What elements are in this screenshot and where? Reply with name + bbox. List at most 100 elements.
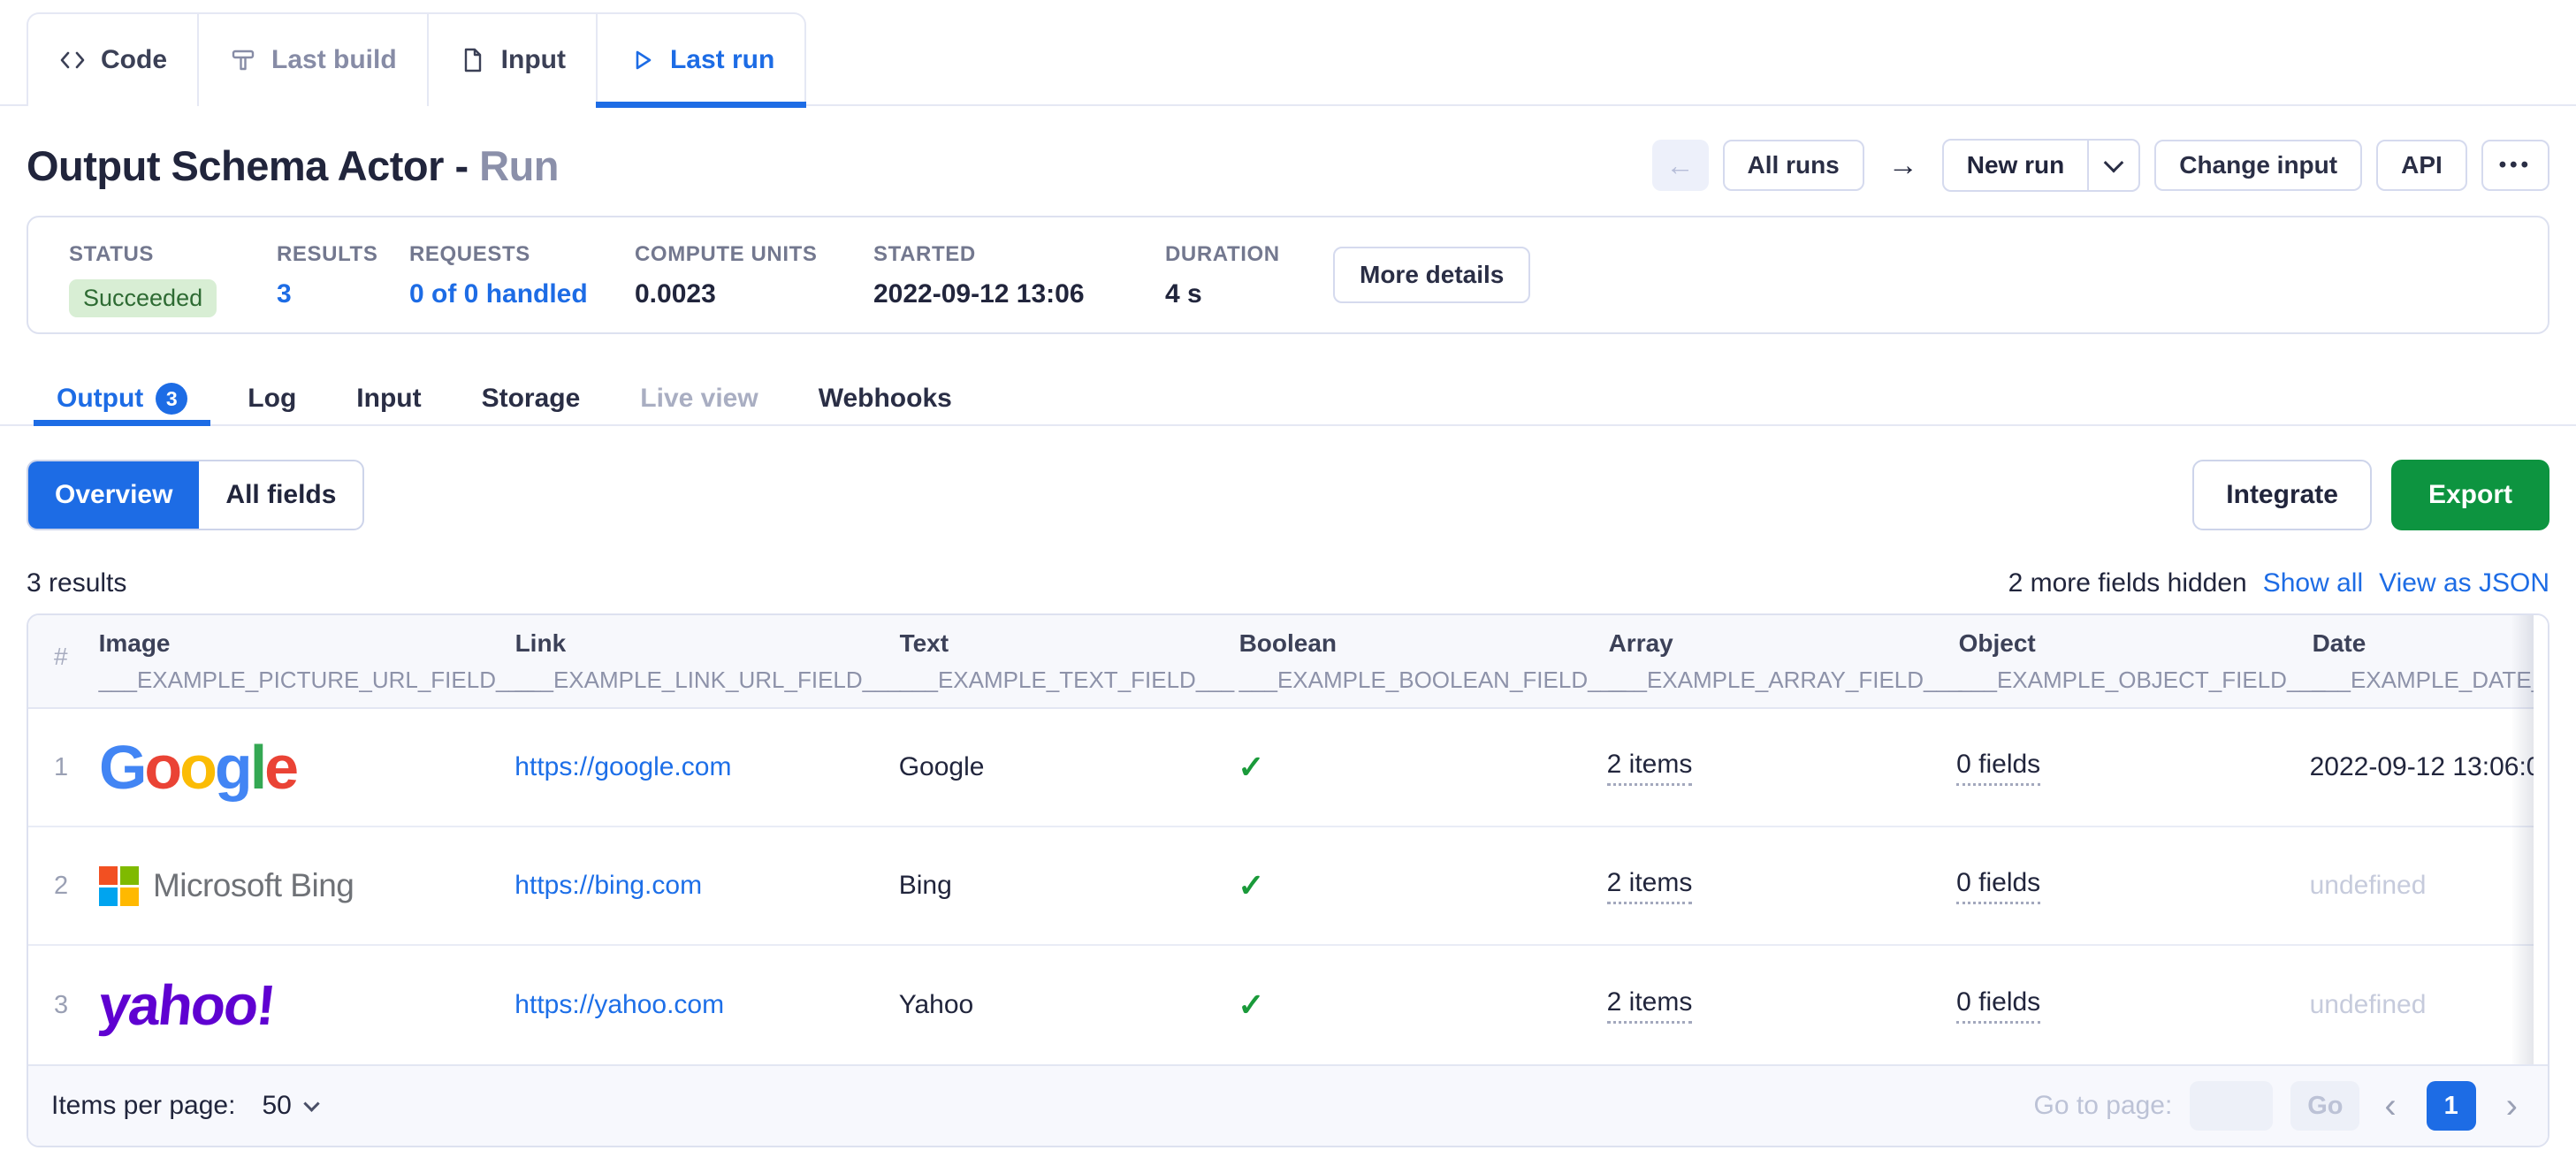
tab-run-input[interactable]: Input [333, 371, 444, 426]
table-row: 1 Google https://google.com Google ✓ 2 i… [28, 709, 2549, 827]
header-actions: ← All runs → New run Change input API ••… [1652, 139, 2549, 192]
items-per-page-label: Items per page: [51, 1091, 235, 1121]
object-cell: 0 fields [1956, 868, 2309, 904]
row-index: 1 [28, 753, 99, 782]
more-actions-button[interactable]: ••• [2481, 140, 2549, 191]
results-info-row: 3 results 2 more fields hidden Show all … [27, 566, 2549, 601]
hammer-icon [229, 46, 257, 74]
row-link[interactable]: https://bing.com [514, 871, 702, 900]
table-row: 3 yahoo! https://yahoo.com Yahoo ✓ 2 ite… [28, 946, 2549, 1064]
stat-compute-units: COMPUTE UNITS 0.0023 [635, 242, 873, 309]
results-link[interactable]: 3 [277, 279, 409, 309]
tab-log[interactable]: Log [225, 371, 319, 426]
row-link[interactable]: https://google.com [514, 752, 731, 781]
header-boolean: Boolean ___EXAMPLE_BOOLEAN_FIELD___ [1227, 615, 1609, 707]
tab-code-label: Code [101, 45, 167, 75]
current-page-button[interactable]: 1 [2427, 1081, 2476, 1131]
boolean-cell: ✓ [1225, 867, 1606, 904]
actor-tab-bar: Code Last build Input Last run [0, 0, 2576, 106]
new-run-button[interactable]: New run [1944, 141, 2087, 190]
new-run-dropdown-button[interactable] [2087, 141, 2138, 190]
header-index: # [28, 615, 99, 707]
object-cell: 0 fields [1956, 987, 2309, 1024]
more-details-button[interactable]: More details [1333, 247, 1530, 303]
requests-link[interactable]: 0 of 0 handled [409, 279, 635, 309]
vertical-scrollbar-track[interactable] [2534, 615, 2548, 1064]
actor-tab-group: Code Last build Input Last run [27, 12, 806, 106]
tab-last-run[interactable]: Last run [598, 14, 804, 106]
header-link: Link ___EXAMPLE_LINK_URL_FIELD___ [515, 615, 900, 707]
date-cell: undefined [2310, 990, 2549, 1020]
previous-run-button[interactable]: ← [1652, 140, 1709, 191]
header-array: Array ___EXAMPLE_ARRAY_FIELD___ [1609, 615, 1959, 707]
stat-status: STATUS Succeeded [69, 242, 277, 317]
object-value[interactable]: 0 fields [1956, 987, 2040, 1024]
google-logo: Google [99, 733, 296, 802]
header-text: Text ___EXAMPLE_TEXT_FIELD___ [900, 615, 1227, 707]
ellipsis-icon: ••• [2499, 153, 2532, 178]
play-icon [628, 46, 656, 74]
go-to-page-label: Go to page: [2034, 1091, 2173, 1121]
tab-code[interactable]: Code [28, 14, 199, 106]
table-footer: Items per page: 50 Go to page: Go ‹ 1 › [28, 1064, 2548, 1146]
text-cell: Yahoo [899, 990, 1226, 1020]
arrow-right-icon: → [1888, 149, 1918, 183]
yahoo-logo: yahoo! [96, 977, 278, 1033]
run-status-card: STATUS Succeeded RESULTS 3 REQUESTS 0 of… [27, 216, 2549, 334]
check-icon: ✓ [1238, 987, 1264, 1023]
arrow-left-icon: ← [1666, 149, 1695, 182]
header-image: Image ___EXAMPLE_PICTURE_URL_FIELD___ [99, 615, 515, 707]
overview-toggle[interactable]: Overview [28, 461, 199, 529]
go-to-page-input[interactable] [2190, 1081, 2273, 1131]
check-icon: ✓ [1238, 867, 1264, 903]
new-run-split-button: New run [1942, 139, 2140, 192]
date-cell: undefined [2310, 871, 2549, 901]
image-cell: yahoo! [99, 977, 514, 1033]
integrate-button[interactable]: Integrate [2192, 460, 2372, 530]
object-value[interactable]: 0 fields [1956, 868, 2040, 904]
table-row: 2 Microsoft Bing https://bing.com Bing ✓… [28, 827, 2549, 946]
array-value[interactable]: 2 items [1607, 987, 1693, 1024]
text-cell: Google [899, 752, 1226, 782]
tab-input[interactable]: Input [429, 14, 598, 106]
all-runs-button[interactable]: All runs [1723, 140, 1864, 191]
chevron-down-icon [2104, 153, 2124, 173]
items-per-page-select[interactable]: 50 [262, 1091, 316, 1121]
text-cell: Bing [899, 871, 1226, 901]
stat-requests: REQUESTS 0 of 0 handled [409, 242, 635, 309]
next-page-icon[interactable]: › [2499, 1088, 2525, 1124]
page-title: Output Schema Actor - Run [27, 141, 559, 190]
boolean-cell: ✓ [1225, 749, 1606, 786]
file-icon [459, 46, 487, 74]
array-value[interactable]: 2 items [1607, 868, 1693, 904]
title-row: Output Schema Actor - Run ← All runs → N… [27, 138, 2549, 193]
go-button[interactable]: Go [2290, 1081, 2359, 1131]
link-cell: https://google.com [514, 752, 898, 782]
export-button[interactable]: Export [2391, 460, 2549, 530]
actor-name: Output Schema Actor [27, 142, 444, 189]
array-value[interactable]: 2 items [1607, 750, 1693, 786]
tab-live-view: Live view [617, 371, 781, 426]
status-badge: Succeeded [69, 279, 217, 317]
previous-page-icon[interactable]: ‹ [2377, 1088, 2403, 1124]
microsoft-logo-icon [99, 866, 139, 906]
title-dash: - [454, 142, 468, 189]
table-header-row: # Image ___EXAMPLE_PICTURE_URL_FIELD___ … [28, 615, 2549, 709]
all-fields-toggle[interactable]: All fields [199, 461, 362, 529]
code-icon [58, 46, 87, 74]
show-all-link[interactable]: Show all [2263, 568, 2363, 598]
view-as-json-link[interactable]: View as JSON [2379, 568, 2549, 598]
image-cell: Google [99, 736, 514, 798]
tab-webhooks[interactable]: Webhooks [796, 371, 975, 426]
tab-last-build[interactable]: Last build [199, 14, 429, 106]
object-value[interactable]: 0 fields [1956, 750, 2040, 786]
next-run-button[interactable]: → [1879, 140, 1928, 191]
tab-storage[interactable]: Storage [459, 371, 604, 426]
array-cell: 2 items [1607, 868, 1956, 904]
chevron-down-icon [303, 1095, 319, 1111]
tab-output[interactable]: Output 3 [34, 371, 210, 426]
change-input-button[interactable]: Change input [2154, 140, 2362, 191]
api-button[interactable]: API [2376, 140, 2467, 191]
check-icon: ✓ [1238, 749, 1264, 785]
row-link[interactable]: https://yahoo.com [514, 990, 724, 1019]
